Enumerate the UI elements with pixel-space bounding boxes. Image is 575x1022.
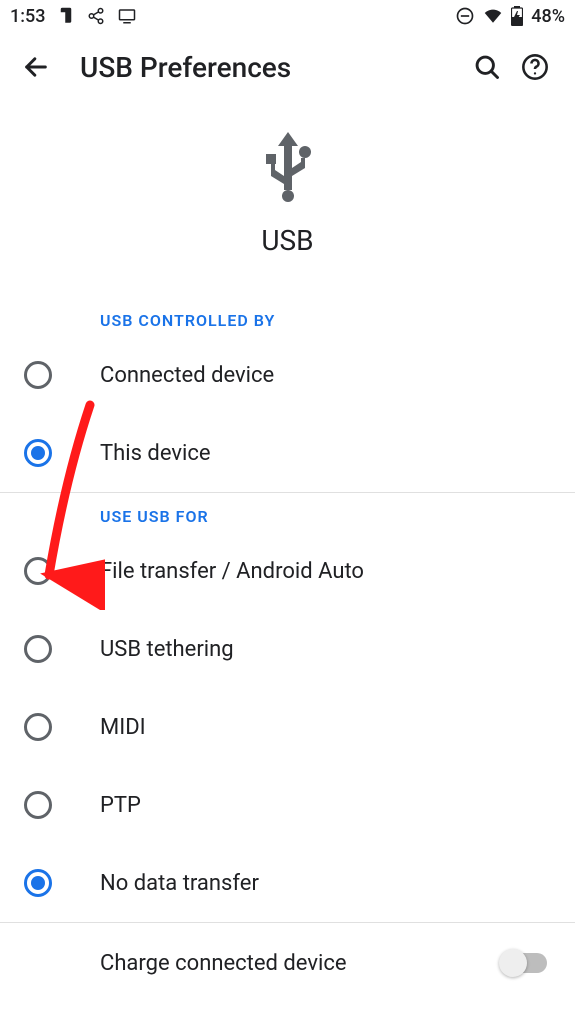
back-button[interactable]	[16, 53, 56, 81]
radio-selected-icon	[24, 869, 52, 897]
status-bar: 1:53 48%	[0, 0, 575, 32]
section-header-controlled-by: USB CONTROLLED BY	[0, 297, 575, 336]
radio-unselected-icon	[24, 713, 52, 741]
option-midi[interactable]: MIDI	[0, 688, 575, 766]
hero-label: USB	[261, 224, 313, 257]
search-button[interactable]	[463, 53, 511, 81]
option-label: USB tethering	[100, 637, 234, 662]
option-file-transfer[interactable]: File transfer / Android Auto	[0, 532, 575, 610]
charge-connected-device-row[interactable]: Charge connected device	[0, 923, 575, 1003]
radio-selected-icon	[24, 439, 52, 467]
option-label: MIDI	[100, 715, 146, 740]
hero: USB	[0, 102, 575, 297]
option-usb-tethering[interactable]: USB tethering	[0, 610, 575, 688]
option-label: No data transfer	[100, 871, 259, 896]
section-header-use-for: USE USB FOR	[0, 493, 575, 532]
radio-unselected-icon	[24, 791, 52, 819]
cast-icon	[117, 7, 137, 25]
option-label: File transfer / Android Auto	[100, 559, 364, 584]
option-label: Connected device	[100, 363, 274, 388]
option-label: PTP	[100, 793, 141, 818]
option-ptp[interactable]: PTP	[0, 766, 575, 844]
option-label: This device	[100, 441, 211, 466]
dnd-icon	[455, 6, 475, 26]
battery-charging-icon	[511, 6, 523, 26]
share-icon	[87, 7, 105, 25]
wifi-icon	[483, 7, 503, 25]
app-bar: USB Preferences	[0, 32, 575, 102]
help-button[interactable]	[511, 53, 559, 81]
option-connected-device[interactable]: Connected device	[0, 336, 575, 414]
device-icon	[57, 7, 75, 25]
switch-off-icon	[501, 953, 547, 973]
status-time: 1:53	[10, 6, 45, 27]
option-this-device[interactable]: This device	[0, 414, 575, 492]
switch-label: Charge connected device	[100, 951, 347, 976]
page-title: USB Preferences	[80, 51, 463, 84]
battery-percent: 48%	[531, 6, 565, 27]
radio-unselected-icon	[24, 635, 52, 663]
usb-icon	[262, 132, 314, 210]
radio-unselected-icon	[24, 557, 52, 585]
option-no-data-transfer[interactable]: No data transfer	[0, 844, 575, 922]
radio-unselected-icon	[24, 361, 52, 389]
